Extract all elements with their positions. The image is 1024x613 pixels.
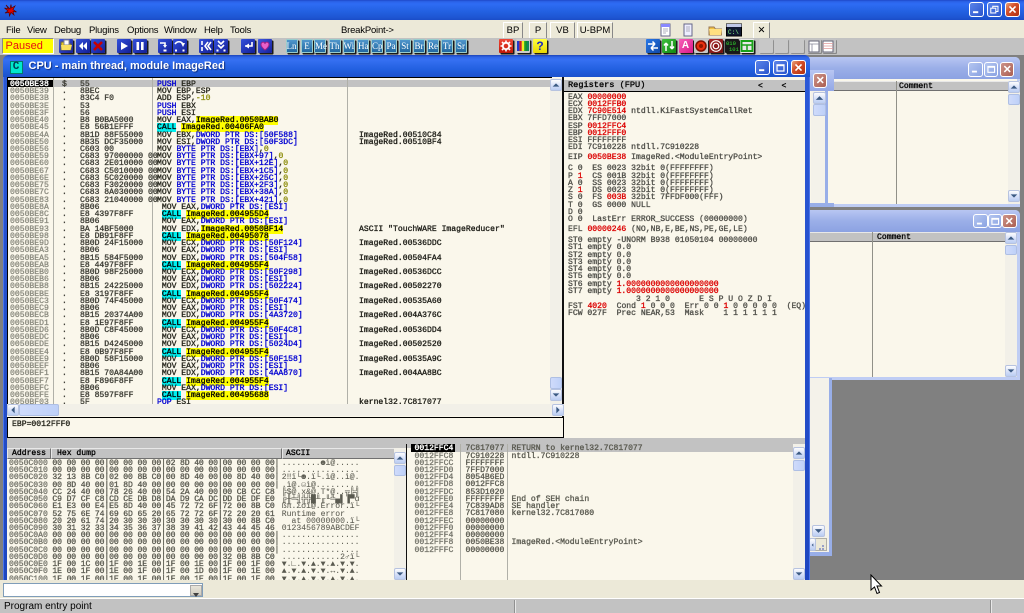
svg-text:C:\: C:\ bbox=[728, 29, 739, 36]
svg-text:101: 101 bbox=[729, 46, 739, 53]
